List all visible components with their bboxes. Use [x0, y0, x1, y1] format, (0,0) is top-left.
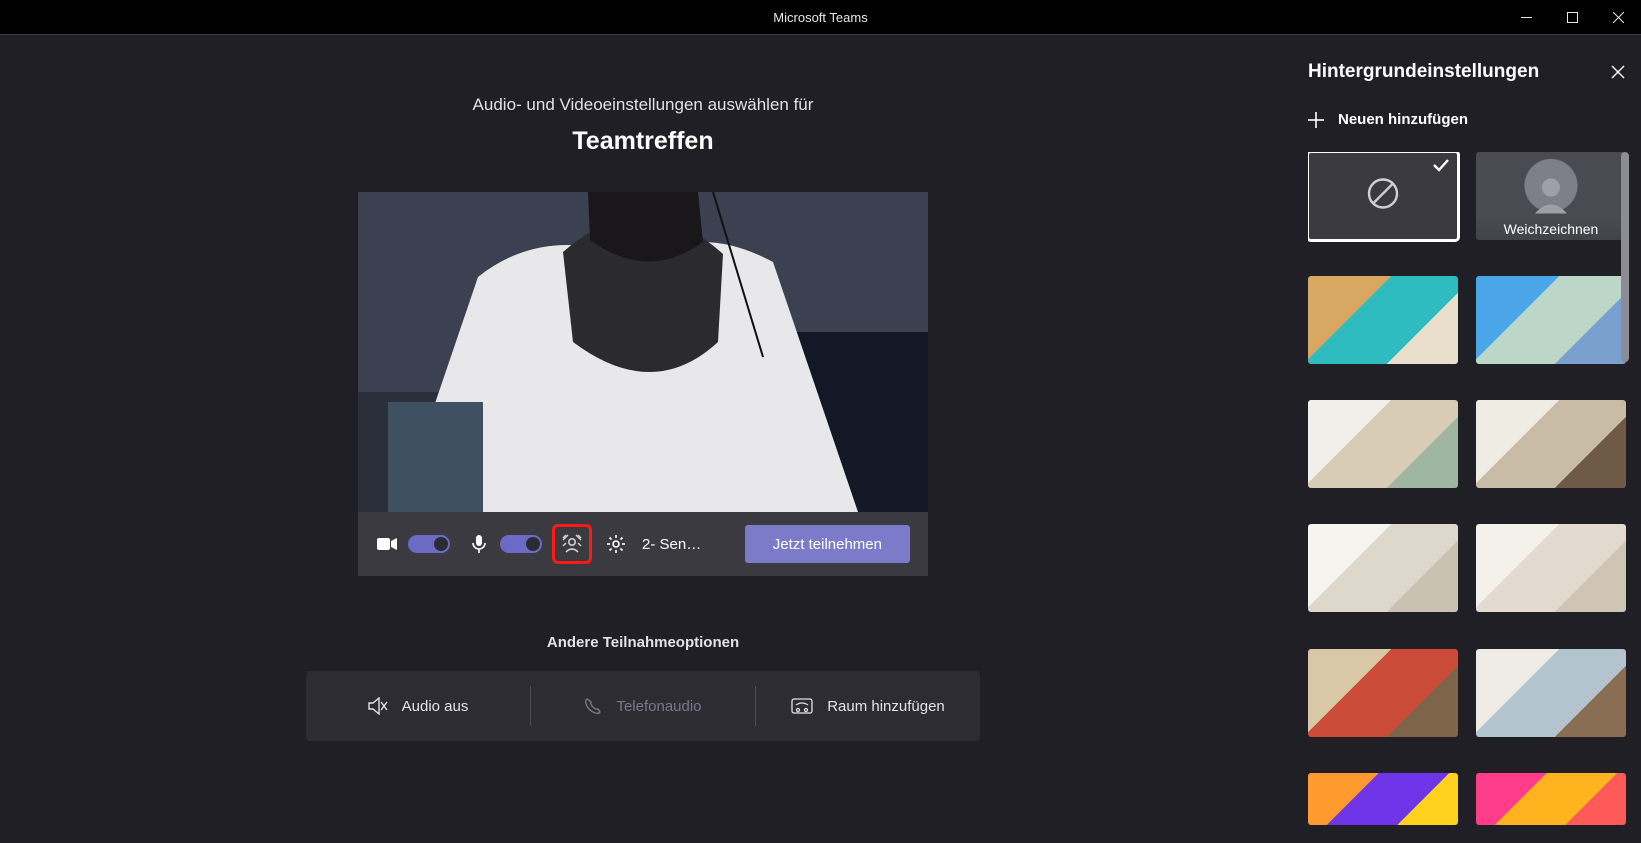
background-image-option[interactable]: [1308, 400, 1458, 488]
background-image-option[interactable]: [1476, 773, 1626, 825]
other-options-title: Andere Teilnahmeoptionen: [547, 634, 739, 651]
background-image-option[interactable]: [1476, 400, 1626, 488]
background-image-option[interactable]: [1308, 524, 1458, 612]
camera-toggle[interactable]: [408, 535, 450, 553]
window-title: Microsoft Teams: [773, 10, 867, 25]
phone-audio-label: Telefonaudio: [616, 698, 701, 715]
background-image-option[interactable]: [1476, 524, 1626, 612]
close-button[interactable]: [1595, 0, 1641, 34]
panel-title: Hintergrundeinstellungen: [1308, 61, 1605, 83]
check-icon: [1432, 158, 1450, 177]
titlebar[interactable]: Microsoft Teams: [0, 0, 1641, 34]
background-effects-button[interactable]: [552, 524, 592, 564]
join-button[interactable]: Jetzt teilnehmen: [745, 525, 910, 563]
background-none-option[interactable]: [1308, 152, 1458, 240]
maximize-button[interactable]: [1549, 0, 1595, 34]
device-settings-button[interactable]: [602, 534, 630, 554]
meeting-name: Teamtreffen: [572, 127, 713, 156]
prejoin-area: Audio- und Videoeinstellungen auswählen …: [0, 34, 1286, 843]
speaker-mute-icon: [368, 697, 388, 715]
other-options: Audio aus Telefonaudio Raum hinzufügen: [306, 671, 980, 741]
background-grid: Weichzeichnen: [1308, 152, 1631, 843]
panel-close-button[interactable]: [1605, 59, 1631, 85]
room-icon: [791, 698, 813, 714]
mic-icon: [468, 533, 490, 555]
background-image-option[interactable]: [1476, 649, 1626, 737]
add-room-option[interactable]: Raum hinzufügen: [756, 698, 980, 715]
device-label[interactable]: 2- Sen…: [642, 536, 701, 553]
mic-toggle[interactable]: [500, 535, 542, 553]
background-effects-icon: [562, 534, 582, 554]
join-button-label: Jetzt teilnehmen: [773, 536, 882, 553]
minimize-button[interactable]: [1503, 0, 1549, 34]
background-image-option[interactable]: [1308, 276, 1458, 364]
add-new-label: Neuen hinzufügen: [1338, 111, 1468, 128]
scrollbar[interactable]: [1621, 152, 1629, 362]
audio-off-option[interactable]: Audio aus: [306, 697, 530, 715]
camera-icon: [376, 533, 398, 555]
gear-icon: [606, 534, 626, 554]
prejoin-subtitle: Audio- und Videoeinstellungen auswählen …: [473, 95, 814, 115]
close-icon: [1611, 65, 1625, 79]
background-image-option[interactable]: [1308, 649, 1458, 737]
window-controls: [1503, 0, 1641, 34]
background-image-option[interactable]: [1476, 276, 1626, 364]
background-image-option[interactable]: [1308, 773, 1458, 825]
audio-off-label: Audio aus: [402, 698, 469, 715]
av-controls: 2- Sen… Jetzt teilnehmen: [358, 512, 928, 576]
none-icon: [1366, 177, 1400, 216]
camera-preview: [358, 192, 928, 512]
add-new-background-button[interactable]: Neuen hinzufügen: [1308, 111, 1631, 128]
background-settings-panel: Hintergrundeinstellungen Neuen hinzufüge…: [1286, 34, 1641, 843]
add-room-label: Raum hinzufügen: [827, 698, 945, 715]
phone-icon: [584, 697, 602, 715]
phone-audio-option: Telefonaudio: [531, 697, 755, 715]
plus-icon: [1308, 112, 1324, 128]
person-icon: [1531, 174, 1571, 219]
background-blur-option[interactable]: Weichzeichnen: [1476, 152, 1626, 240]
thumb-label: Weichzeichnen: [1476, 218, 1626, 240]
